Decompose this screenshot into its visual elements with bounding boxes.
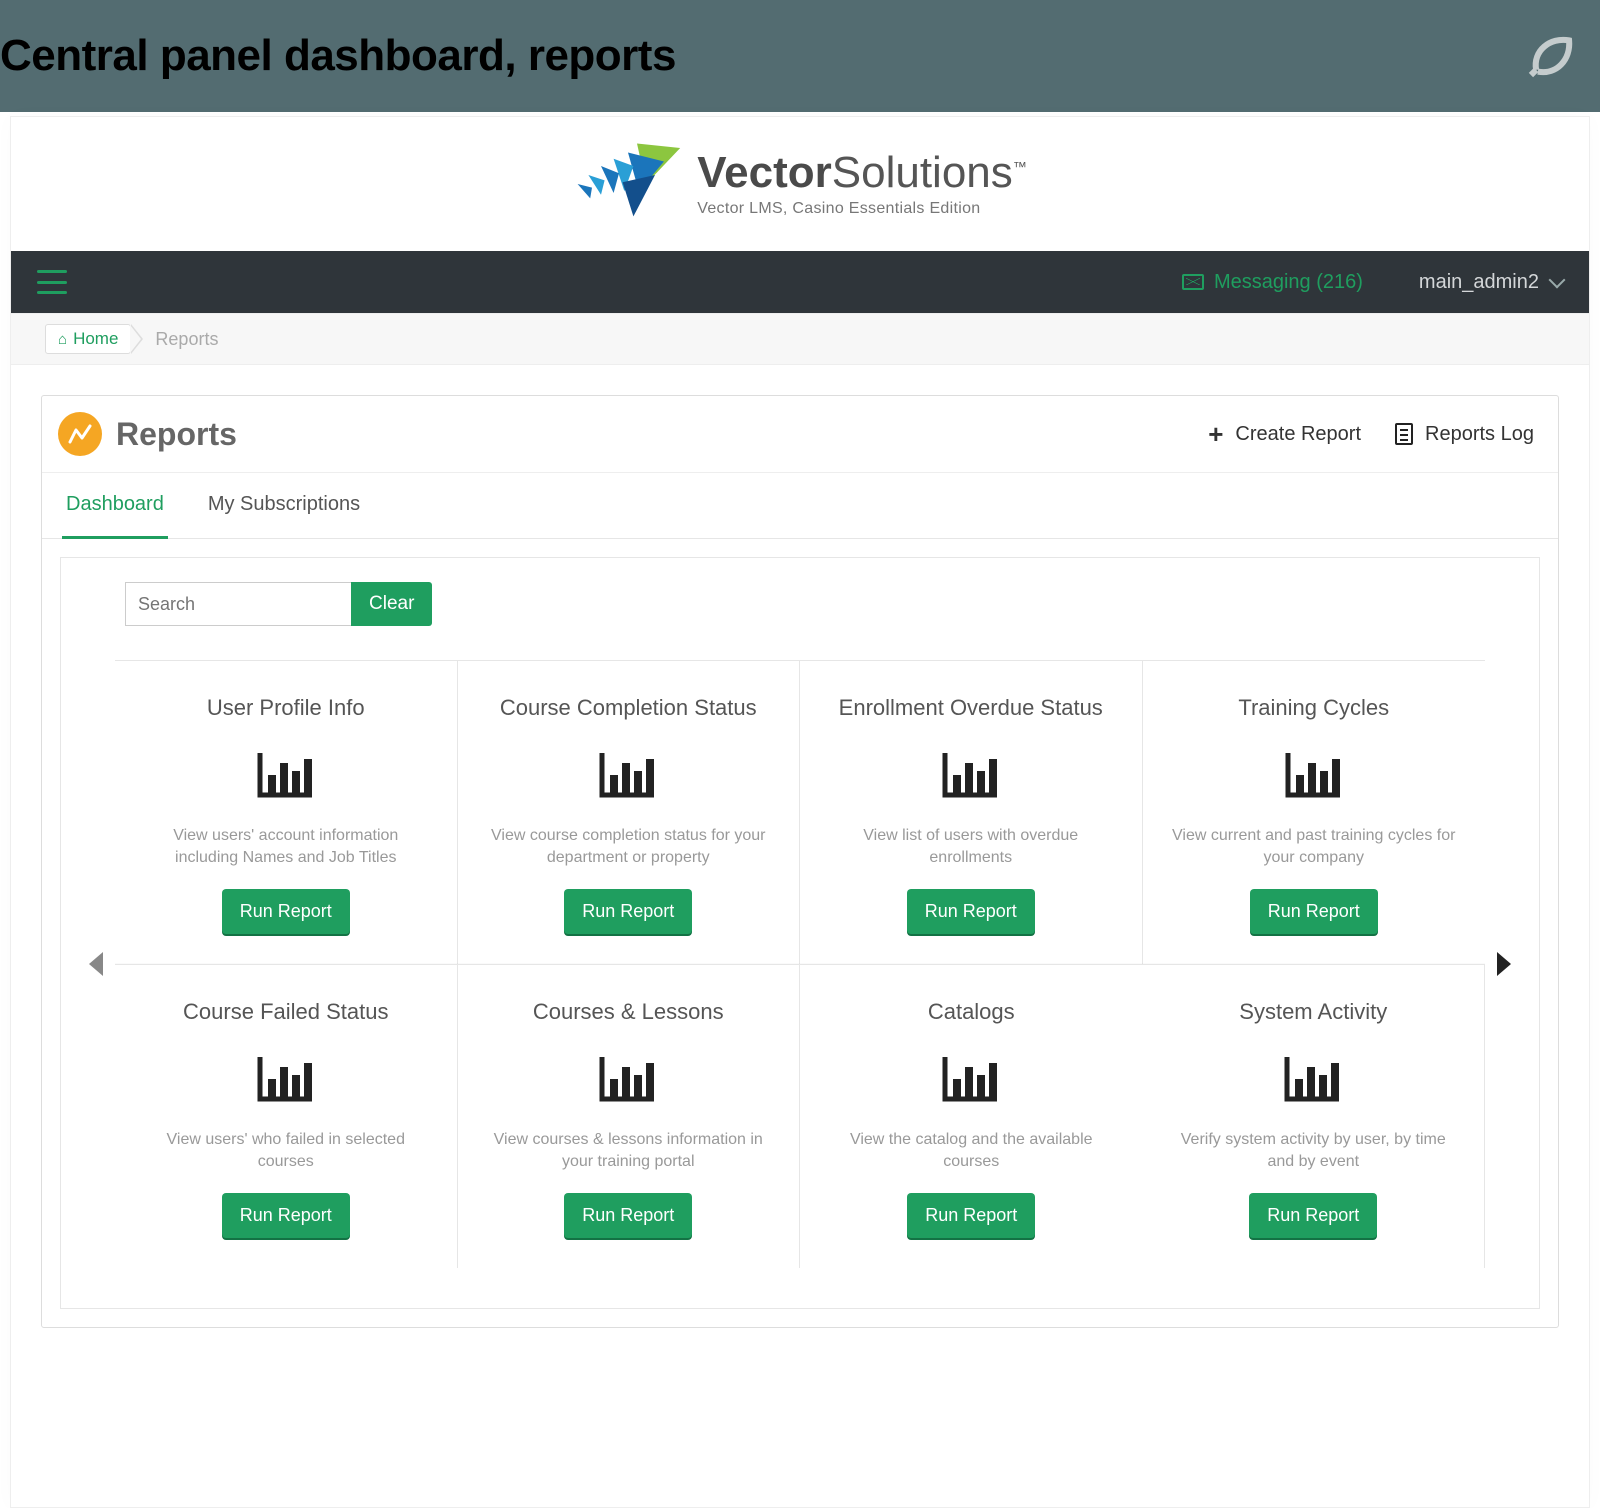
run-report-button[interactable]: Run Report — [222, 1193, 350, 1238]
bar-chart-icon — [941, 749, 1001, 799]
report-tile: User Profile Info View users' account inf… — [115, 661, 458, 964]
bar-chart-icon — [1284, 749, 1344, 799]
bar-chart-icon — [1283, 1053, 1343, 1103]
reports-badge-icon — [58, 412, 102, 456]
plus-icon: + — [1208, 419, 1223, 450]
report-title: Course Failed Status — [183, 999, 388, 1025]
clear-button[interactable]: Clear — [351, 582, 432, 626]
report-description: View users' account information includin… — [137, 825, 435, 869]
report-title: Training Cycles — [1238, 695, 1389, 721]
report-title: Catalogs — [928, 999, 1015, 1025]
search-input[interactable] — [125, 582, 351, 626]
bar-chart-icon — [256, 749, 316, 799]
run-report-button[interactable]: Run Report — [1250, 889, 1378, 934]
report-title: User Profile Info — [207, 695, 365, 721]
page-title: Central panel dashboard, reports — [0, 31, 676, 81]
report-grid: User Profile Info View users' account inf… — [115, 660, 1485, 1268]
bar-chart-icon — [598, 749, 658, 799]
report-title: Courses & Lessons — [533, 999, 724, 1025]
report-tile: Catalogs View the catalog and the availab… — [800, 965, 1143, 1268]
brand-name: VectorSolutions™ — [697, 151, 1027, 195]
home-icon: ⌂ — [58, 331, 67, 348]
report-title: System Activity — [1239, 999, 1387, 1025]
report-title: Course Completion Status — [500, 695, 757, 721]
carousel-prev-icon[interactable] — [89, 952, 103, 976]
nav-bar: Messaging (216) main_admin2 — [11, 251, 1589, 313]
messaging-link[interactable]: Messaging (216) — [1182, 271, 1363, 294]
breadcrumb-current: Reports — [155, 329, 218, 350]
envelope-icon — [1182, 274, 1204, 290]
report-tile: Courses & Lessons View courses & lessons … — [458, 965, 801, 1268]
tabs: Dashboard My Subscriptions — [42, 473, 1558, 539]
messaging-label: Messaging (216) — [1214, 271, 1363, 294]
run-report-button[interactable]: Run Report — [1249, 1193, 1377, 1238]
report-description: View users' who failed in selected cours… — [137, 1129, 435, 1173]
run-report-button[interactable]: Run Report — [564, 889, 692, 934]
report-title: Enrollment Overdue Status — [839, 695, 1103, 721]
report-tile: Training Cycles View current and past tra… — [1143, 661, 1486, 964]
run-report-button[interactable]: Run Report — [907, 889, 1035, 934]
run-report-button[interactable]: Run Report — [222, 889, 350, 934]
card-header: Reports + Create Report Reports Log — [42, 396, 1558, 473]
logo-strip: VectorSolutions™ Vector LMS, Casino Esse… — [11, 117, 1589, 251]
card-title: Reports — [116, 416, 237, 453]
carousel-next-icon[interactable] — [1497, 952, 1511, 976]
report-description: View list of users with overdue enrollme… — [822, 825, 1120, 869]
brand-mark-icon — [573, 139, 683, 229]
run-report-button[interactable]: Run Report — [907, 1193, 1035, 1238]
report-description: View the catalog and the available cours… — [822, 1129, 1121, 1173]
report-tile: System Activity Verify system activity by… — [1143, 965, 1486, 1268]
breadcrumb-home[interactable]: ⌂ Home — [45, 324, 131, 354]
user-menu[interactable]: main_admin2 — [1419, 271, 1563, 294]
report-description: View courses & lessons information in yo… — [480, 1129, 778, 1173]
breadcrumb: ⌂ Home Reports — [11, 313, 1589, 365]
page-banner: Central panel dashboard, reports — [0, 0, 1600, 112]
leaf-icon — [1524, 30, 1576, 82]
reports-card: Reports + Create Report Reports Log Dash… — [41, 395, 1559, 1328]
breadcrumb-sep-icon — [131, 324, 143, 354]
run-report-button[interactable]: Run Report — [564, 1193, 692, 1238]
report-tile: Course Failed Status View users' who fail… — [115, 965, 458, 1268]
brand-tagline: Vector LMS, Casino Essentials Edition — [697, 201, 1027, 217]
chevron-down-icon — [1549, 272, 1566, 289]
document-icon — [1395, 423, 1413, 445]
app-shell: VectorSolutions™ Vector LMS, Casino Esse… — [10, 116, 1590, 1508]
report-description: View course completion status for your d… — [480, 825, 778, 869]
create-report-button[interactable]: + Create Report — [1208, 419, 1361, 450]
tab-subscriptions[interactable]: My Subscriptions — [204, 473, 364, 538]
report-tile: Course Completion Status View course comp… — [458, 661, 801, 964]
report-description: View current and past training cycles fo… — [1165, 825, 1464, 869]
report-description: Verify system activity by user, by time … — [1165, 1129, 1463, 1173]
bar-chart-icon — [256, 1053, 316, 1103]
reports-log-button[interactable]: Reports Log — [1395, 419, 1534, 450]
tab-dashboard[interactable]: Dashboard — [62, 473, 168, 539]
user-label: main_admin2 — [1419, 271, 1539, 294]
dashboard-panel: Clear User Profile Info View users' accou… — [60, 557, 1540, 1309]
bar-chart-icon — [598, 1053, 658, 1103]
search-row: Clear — [125, 582, 1525, 626]
menu-icon[interactable] — [37, 270, 67, 294]
bar-chart-icon — [941, 1053, 1001, 1103]
report-tile: Enrollment Overdue Status View list of us… — [800, 661, 1143, 964]
brand-logo: VectorSolutions™ Vector LMS, Casino Esse… — [573, 139, 1027, 229]
